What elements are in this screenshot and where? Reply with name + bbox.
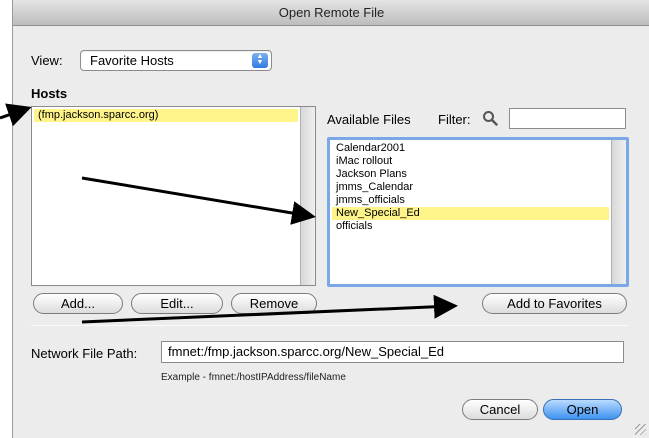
hosts-scrollbar[interactable] bbox=[300, 107, 315, 285]
view-popup-value: Favorite Hosts bbox=[90, 53, 174, 68]
file-item[interactable]: Jackson Plans bbox=[332, 168, 609, 181]
popup-arrows-icon: ▲ ▼ bbox=[252, 53, 268, 68]
path-example-text: Example - fmnet:/hostIPAddress/fileName bbox=[161, 372, 346, 383]
add-to-favorites-button[interactable]: Add to Favorites bbox=[482, 293, 627, 314]
files-scrollbar[interactable] bbox=[611, 140, 626, 284]
file-item[interactable]: Calendar2001 bbox=[332, 142, 609, 155]
open-remote-file-dialog: Open Remote File View: Favorite Hosts ▲ ▼… bbox=[12, 0, 649, 438]
available-files-label: Available Files bbox=[327, 112, 411, 127]
add-host-button[interactable]: Add... bbox=[33, 293, 123, 314]
file-item[interactable]: iMac rollout bbox=[332, 155, 609, 168]
hosts-label: Hosts bbox=[31, 86, 68, 101]
cancel-button[interactable]: Cancel bbox=[462, 399, 538, 420]
host-item[interactable]: (fmp.jackson.sparcc.org) bbox=[34, 109, 298, 122]
available-files-list[interactable]: Calendar2001 iMac rollout Jackson Plans … bbox=[327, 137, 629, 287]
file-item[interactable]: officials bbox=[332, 220, 609, 233]
open-button[interactable]: Open bbox=[543, 399, 622, 420]
search-icon bbox=[483, 111, 498, 126]
network-file-path-label: Network File Path: bbox=[31, 346, 138, 361]
hosts-list[interactable]: (fmp.jackson.sparcc.org) bbox=[31, 106, 316, 286]
window-title: Open Remote File bbox=[13, 0, 649, 26]
filter-input[interactable] bbox=[509, 108, 626, 129]
network-file-path-input[interactable]: fmnet:/fmp.jackson.sparcc.org/New_Specia… bbox=[161, 341, 624, 363]
remove-host-button[interactable]: Remove bbox=[231, 293, 317, 314]
resize-grip-icon[interactable] bbox=[635, 424, 646, 435]
view-label: View: bbox=[31, 53, 63, 68]
separator bbox=[31, 325, 629, 326]
file-item-selected[interactable]: New_Special_Ed bbox=[332, 207, 609, 220]
edit-host-button[interactable]: Edit... bbox=[131, 293, 223, 314]
file-item[interactable]: jmms_Calendar bbox=[332, 181, 609, 194]
view-popup[interactable]: Favorite Hosts ▲ ▼ bbox=[80, 50, 272, 71]
file-item[interactable]: jmms_officials bbox=[332, 194, 609, 207]
filter-label: Filter: bbox=[438, 112, 471, 127]
